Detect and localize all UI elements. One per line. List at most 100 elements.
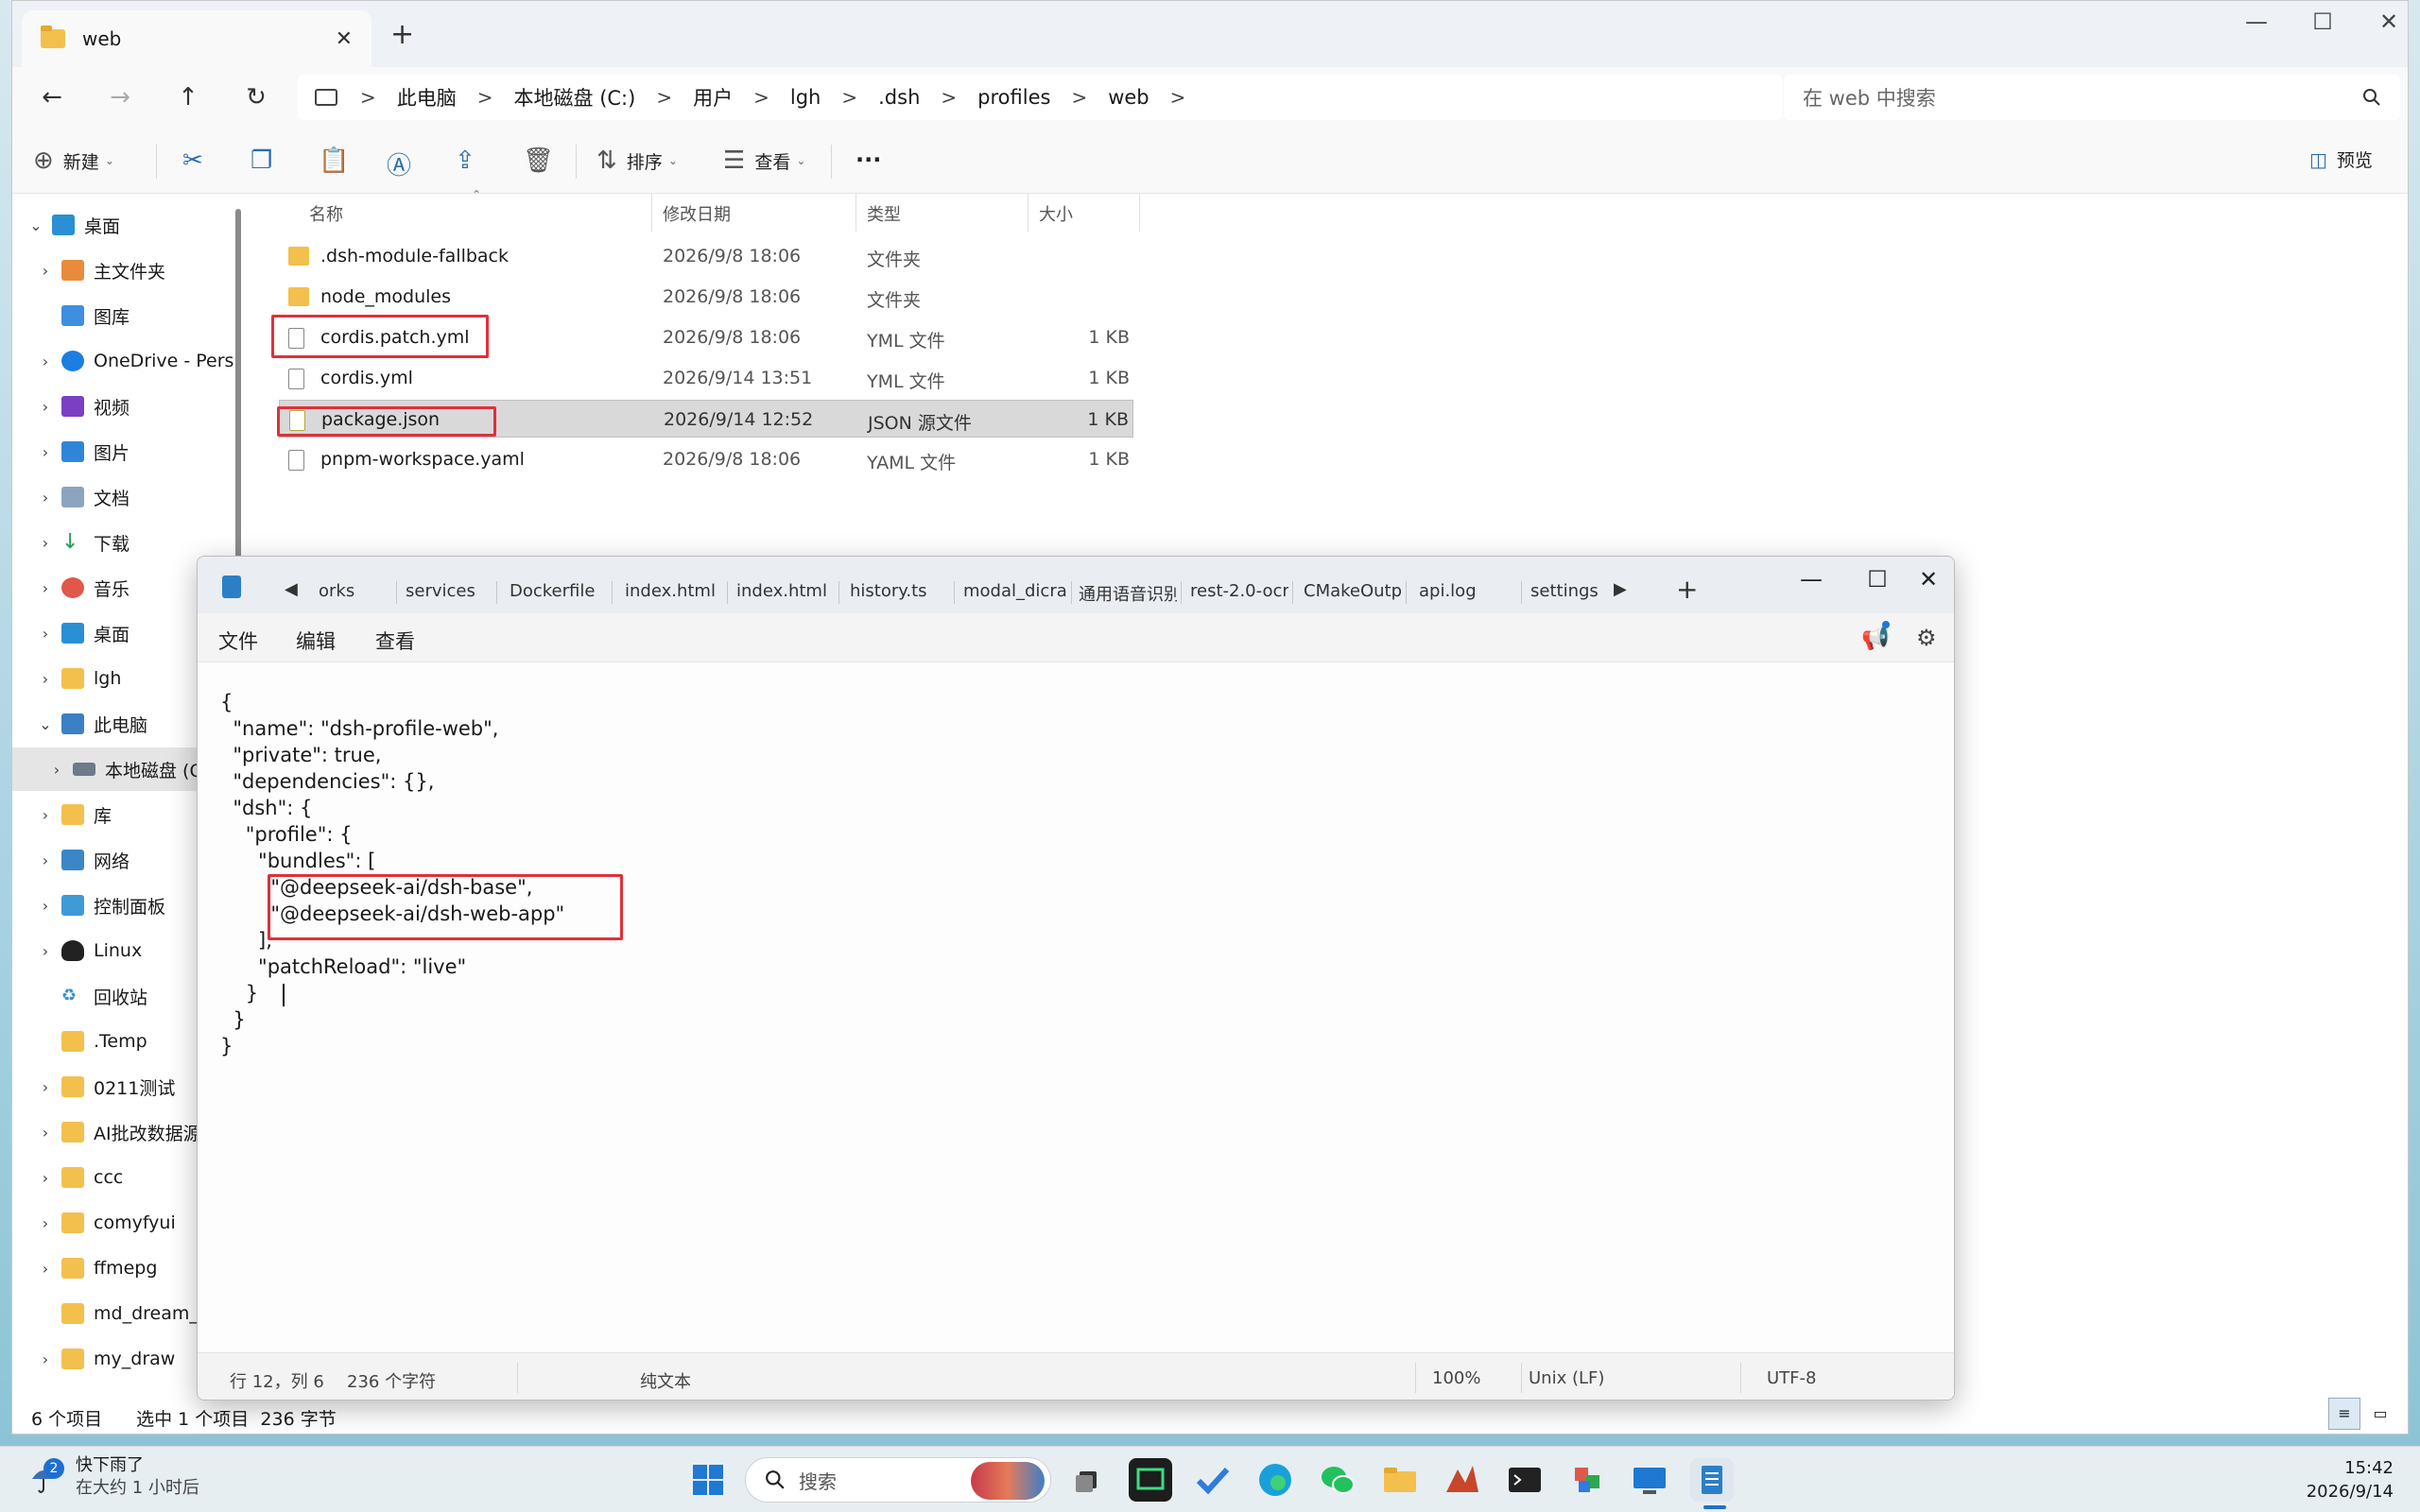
- more-options-button[interactable]: ···: [856, 146, 881, 173]
- close-window-button[interactable]: ✕: [1905, 566, 1952, 593]
- maximize-button[interactable]: ☐: [1854, 566, 1901, 593]
- scroll-tabs-right-icon[interactable]: ▶: [1614, 579, 1627, 599]
- minimize-button[interactable]: —: [2228, 9, 2285, 35]
- preview-pane-button[interactable]: ◫ 预览: [2309, 146, 2373, 172]
- menu-edit[interactable]: 编辑: [296, 627, 336, 655]
- sidebar-item-pictures[interactable]: › 图片: [12, 430, 237, 473]
- sidebar-item-documents[interactable]: › 文档: [12, 475, 237, 519]
- matlab-app-icon[interactable]: [1441, 1458, 1484, 1502]
- cut-button[interactable]: ✂: [182, 146, 213, 175]
- chevron-right-icon[interactable]: ›: [29, 534, 61, 552]
- file-row[interactable]: pnpm-workspace.yaml 2026/9/8 18:06 YAML …: [279, 440, 1133, 478]
- back-button[interactable]: ←: [31, 78, 73, 116]
- breadcrumb-local-disk[interactable]: 本地磁盘 (C:): [514, 83, 636, 112]
- zoom-level[interactable]: 100%: [1432, 1368, 1480, 1388]
- menu-view[interactable]: 查看: [375, 627, 415, 655]
- forward-button[interactable]: →: [99, 78, 141, 116]
- text-editor[interactable]: { "name": "dsh-profile-web", "private": …: [198, 662, 1954, 1352]
- crumb-separator[interactable]: >: [841, 86, 857, 109]
- tab-rest-ocr[interactable]: rest-2.0-ocr-: [1190, 581, 1288, 601]
- new-tab-button[interactable]: +: [390, 18, 414, 51]
- file-row[interactable]: cordis.yml 2026/9/14 13:51 YML 文件 1 KB: [279, 359, 1133, 397]
- breadcrumb-web[interactable]: web: [1108, 86, 1149, 109]
- tab-services[interactable]: services: [398, 581, 489, 601]
- crumb-separator[interactable]: >: [941, 86, 957, 109]
- crumb-separator[interactable]: >: [360, 86, 376, 109]
- close-window-button[interactable]: ✕: [2360, 9, 2417, 35]
- tab-dockerfile[interactable]: Dockerfile: [510, 581, 608, 601]
- close-tab-icon[interactable]: ✕: [336, 27, 353, 51]
- copy-button[interactable]: ❐: [251, 146, 282, 175]
- gear-icon[interactable]: ⚙: [1916, 625, 1937, 651]
- tab-works[interactable]: orks: [319, 581, 390, 601]
- column-modified[interactable]: 修改日期: [663, 201, 731, 226]
- edge-browser-icon[interactable]: [1253, 1458, 1297, 1502]
- terminal-app-icon[interactable]: [1129, 1458, 1172, 1502]
- up-button[interactable]: ↑: [167, 78, 209, 116]
- share-button[interactable]: ⇪: [455, 146, 485, 175]
- crumb-separator[interactable]: >: [656, 86, 672, 109]
- maximize-button[interactable]: ☐: [2294, 9, 2351, 35]
- paste-button[interactable]: 📋: [319, 146, 358, 175]
- chevron-right-icon[interactable]: ›: [29, 398, 61, 416]
- crumb-separator[interactable]: >: [753, 86, 769, 109]
- chevron-right-icon[interactable]: ›: [29, 1169, 61, 1187]
- crumb-separator[interactable]: >: [1071, 86, 1087, 109]
- system-clock[interactable]: 15:42 2026/9/14: [2307, 1456, 2394, 1503]
- rename-button[interactable]: Ⓐ: [387, 146, 421, 181]
- crumb-separator[interactable]: >: [1170, 86, 1186, 109]
- crumb-separator[interactable]: >: [477, 86, 493, 109]
- chevron-down-icon[interactable]: ⌄: [20, 216, 52, 234]
- chevron-right-icon[interactable]: ›: [29, 897, 61, 915]
- address-bar[interactable]: > 此电脑 > 本地磁盘 (C:) > 用户 > lgh > .dsh > pr…: [298, 75, 1782, 120]
- sidebar-item-home[interactable]: › 主文件夹: [12, 249, 237, 292]
- chevron-right-icon[interactable]: ›: [29, 851, 61, 869]
- chevron-right-icon[interactable]: ›: [29, 806, 61, 824]
- file-explorer-app-icon[interactable]: [1378, 1458, 1422, 1502]
- sidebar-item-onedrive[interactable]: › OneDrive - Pers: [12, 339, 237, 383]
- weather-widget[interactable]: 2 快下雨了 在大约 1 小时后: [25, 1454, 199, 1500]
- refresh-button[interactable]: ↻: [235, 78, 277, 116]
- tab-index-html-2[interactable]: index.html: [736, 581, 835, 601]
- search-input[interactable]: 在 web 中搜索: [1784, 75, 2400, 120]
- todo-app-icon[interactable]: [1191, 1458, 1235, 1502]
- tab-history-ts[interactable]: history.ts: [850, 581, 948, 601]
- view-button[interactable]: ☰ 查看 ⌄: [723, 146, 805, 175]
- sidebar-item-gallery[interactable]: 图库: [12, 294, 237, 337]
- encoding[interactable]: UTF-8: [1767, 1368, 1816, 1388]
- sidebar-item-videos[interactable]: › 视频: [12, 385, 237, 428]
- remote-desktop-icon[interactable]: [1628, 1458, 1671, 1502]
- sidebar-item-desktop[interactable]: ⌄ 桌面: [12, 203, 237, 247]
- chevron-right-icon[interactable]: ›: [29, 489, 61, 507]
- megaphone-icon[interactable]: 📢: [1861, 625, 1890, 651]
- column-type[interactable]: 类型: [867, 201, 901, 226]
- tab-modal-dicrat[interactable]: modal_dicrat: [963, 581, 1067, 601]
- chevron-right-icon[interactable]: ›: [29, 262, 61, 280]
- menu-file[interactable]: 文件: [218, 627, 258, 655]
- column-size[interactable]: 大小: [1039, 201, 1073, 226]
- breadcrumb-dsh[interactable]: .dsh: [878, 86, 920, 109]
- chevron-right-icon[interactable]: ›: [29, 1214, 61, 1232]
- tiles-view-button[interactable]: ▭: [2364, 1398, 2396, 1430]
- sort-button[interactable]: ⇅ 排序 ⌄: [596, 146, 678, 175]
- tab-api-log[interactable]: api.log: [1419, 581, 1517, 601]
- column-name[interactable]: 名称: [309, 201, 343, 226]
- explorer-tab-web[interactable]: web ✕: [22, 10, 372, 67]
- minimize-button[interactable]: —: [1788, 566, 1835, 593]
- sidebar-scrollbar[interactable]: [235, 209, 241, 568]
- chevron-right-icon[interactable]: ›: [29, 1078, 61, 1096]
- office-app-icon[interactable]: [1565, 1458, 1609, 1502]
- chevron-right-icon[interactable]: ›: [41, 761, 73, 779]
- wechat-app-icon[interactable]: [1316, 1458, 1359, 1502]
- tab-index-html-1[interactable]: index.html: [625, 581, 723, 601]
- delete-button[interactable]: 🗑: [523, 146, 563, 175]
- new-button[interactable]: ⊕ 新建 ⌄: [33, 146, 114, 175]
- chevron-right-icon[interactable]: ›: [29, 1260, 61, 1278]
- scroll-tabs-left-icon[interactable]: ◀: [285, 579, 298, 599]
- chevron-right-icon[interactable]: ›: [29, 670, 61, 688]
- file-row[interactable]: node_modules 2026/9/8 18:06 文件夹: [279, 278, 1133, 316]
- breadcrumb-profiles[interactable]: profiles: [977, 86, 1050, 109]
- chevron-right-icon[interactable]: ›: [29, 443, 61, 461]
- chevron-right-icon[interactable]: ›: [29, 942, 61, 960]
- chevron-right-icon[interactable]: ›: [29, 579, 61, 597]
